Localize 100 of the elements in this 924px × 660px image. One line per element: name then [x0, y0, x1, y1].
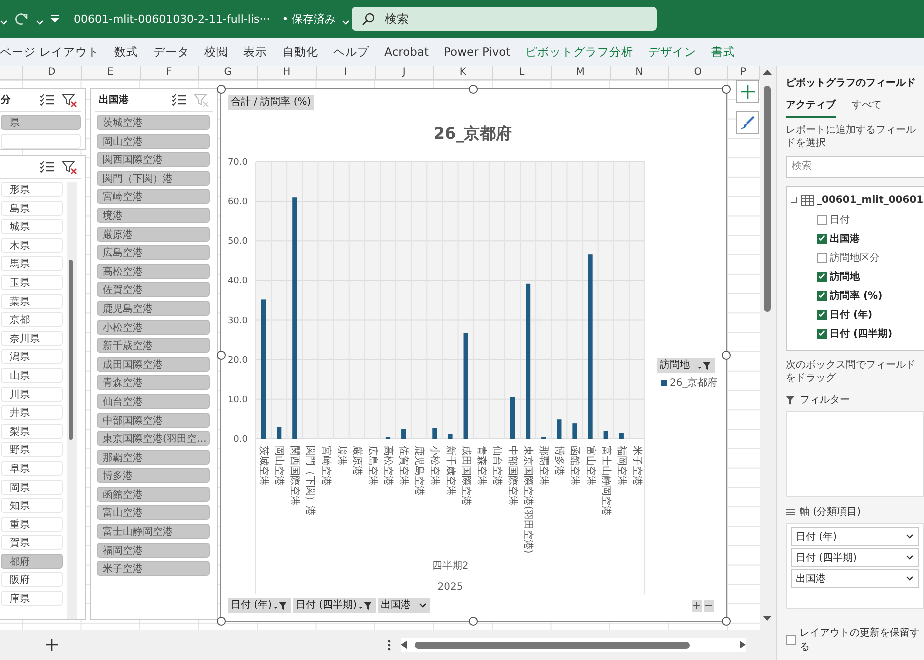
slicer-item[interactable]: 重県: [1, 516, 63, 532]
search-field[interactable]: 検索: [786, 156, 924, 178]
ribbon-tab[interactable]: 数式: [114, 44, 139, 60]
multi-select-icon[interactable]: [172, 94, 186, 106]
column-header[interactable]: G: [199, 66, 258, 79]
slicer-item[interactable]: 厳原港: [97, 226, 210, 242]
slicer-item[interactable]: 岡山空港: [97, 134, 210, 149]
multi-select-icon[interactable]: [40, 94, 54, 106]
slicer-item[interactable]: 京都: [1, 312, 63, 328]
plus-icon[interactable]: [692, 600, 702, 612]
slicer-item[interactable]: 阪府: [1, 572, 63, 588]
ribbon-tab[interactable]: データ: [154, 44, 190, 60]
slicer-item[interactable]: 葉県: [1, 294, 63, 309]
resize-handle[interactable]: [216, 84, 226, 94]
slicer-item[interactable]: 川県: [1, 386, 63, 402]
resize-handle[interactable]: [722, 616, 730, 626]
field-button[interactable]: 出国港: [378, 598, 430, 613]
field-dropdown[interactable]: 日付 (年): [791, 527, 919, 546]
column-header[interactable]: H: [258, 66, 317, 79]
scrollbar[interactable]: [401, 638, 746, 652]
scrollbar[interactable]: [760, 66, 776, 630]
slicer-item[interactable]: 潟県: [1, 349, 63, 364]
field-label[interactable]: 日付 (年): [830, 308, 873, 322]
column-header[interactable]: L: [493, 66, 552, 79]
slicer-item[interactable]: 知県: [1, 498, 63, 514]
column-header[interactable]: J: [376, 66, 434, 79]
field-label[interactable]: 出国港: [830, 232, 860, 246]
ribbon-tab[interactable]: ヘルプ: [334, 44, 370, 60]
slicer-item[interactable]: 形県: [1, 182, 63, 197]
slicer-item[interactable]: 都府: [1, 554, 63, 569]
slicer-item[interactable]: 岡県: [1, 480, 63, 494]
slicer-item[interactable]: 小松空港: [97, 320, 210, 335]
checkbox[interactable]: [817, 290, 827, 300]
slicer-item[interactable]: 青森空港: [97, 375, 210, 390]
legend-field-button[interactable]: 訪問地: [657, 358, 715, 373]
clear-filter-icon[interactable]: [62, 94, 77, 106]
ribbon-tab[interactable]: デザイン: [648, 44, 697, 60]
scrollbar[interactable]: [67, 182, 77, 619]
up-arrow-icon[interactable]: [763, 69, 772, 75]
resize-handle[interactable]: [722, 84, 730, 94]
chart-styles-button[interactable]: [736, 111, 759, 134]
slicer-item[interactable]: 富山空港: [97, 505, 210, 520]
field-label[interactable]: 日付: [830, 212, 850, 226]
value-field-button[interactable]: 合計 / 訪問率 (%): [228, 95, 314, 110]
slicer-item[interactable]: 山県: [1, 368, 63, 383]
slicer-item[interactable]: 井県: [1, 405, 63, 420]
chart-elements-button[interactable]: [736, 80, 759, 103]
add-sheet-icon[interactable]: [46, 639, 58, 651]
slicer-item[interactable]: 函館空港: [97, 486, 210, 502]
slicer-item[interactable]: 中部国際空港: [97, 412, 210, 428]
field-button[interactable]: 日付 (四半期): [292, 598, 376, 613]
checkbox[interactable]: [817, 328, 827, 338]
column-header[interactable]: K: [434, 66, 493, 79]
checkbox[interactable]: [817, 272, 827, 282]
column-header[interactable]: E: [82, 66, 140, 79]
table-name[interactable]: _00601_mlit_00601: [817, 195, 924, 206]
slicer-item[interactable]: 庫県: [1, 591, 63, 606]
multi-select-icon[interactable]: [40, 161, 54, 173]
slicer-item[interactable]: 野県: [1, 442, 63, 458]
pane-tab[interactable]: すべて: [852, 98, 882, 118]
slicer-item[interactable]: 島県: [1, 200, 63, 216]
slicer-item[interactable]: 仙台空港: [97, 394, 210, 409]
ribbon-tab[interactable]: ピボットグラフ分析: [526, 44, 634, 60]
slicer-item[interactable]: 関門（下関）港: [97, 170, 210, 186]
column-header[interactable]: D: [23, 66, 82, 79]
checkbox[interactable]: [817, 310, 827, 320]
field-dropdown[interactable]: 出国港: [791, 569, 919, 588]
column-header[interactable]: O: [669, 66, 728, 79]
column-header[interactable]: N: [610, 66, 670, 79]
ribbon-tab[interactable]: ページ レイアウト: [0, 44, 100, 60]
redo-icon[interactable]: [14, 12, 30, 26]
slicer-item[interactable]: 木県: [1, 238, 63, 253]
slicer-item[interactable]: 博多港: [97, 468, 210, 484]
drop-area[interactable]: 日付 (年) 日付 (四半期) 出国港: [786, 523, 924, 609]
slicer-item[interactable]: 宮崎空港: [97, 189, 210, 204]
pane-tab[interactable]: アクティブ: [786, 98, 836, 118]
resize-handle[interactable]: [216, 616, 226, 626]
field-label[interactable]: 日付 (四半期): [830, 326, 893, 340]
slicer-item[interactable]: 那覇空港: [97, 450, 210, 465]
resize-handle[interactable]: [469, 616, 478, 626]
slicer-item[interactable]: 広島空港: [97, 245, 210, 260]
scrollbar-thumb[interactable]: [69, 260, 73, 440]
slicer-item[interactable]: 梨県: [1, 424, 63, 439]
checkbox[interactable]: [786, 635, 796, 645]
ribbon-tab[interactable]: Acrobat: [384, 45, 430, 59]
slicer-item[interactable]: 高松空港: [97, 264, 210, 279]
slicer-item[interactable]: 城県: [1, 219, 63, 234]
right-arrow-icon[interactable]: [740, 641, 746, 649]
ribbon-tab[interactable]: Power Pivot: [444, 45, 511, 59]
column-header[interactable]: F: [140, 66, 200, 79]
more-icon[interactable]: [388, 640, 391, 650]
ribbon-tab[interactable]: 校閲: [204, 44, 229, 60]
resize-handle[interactable]: [469, 84, 478, 94]
slicer-item[interactable]: 県: [1, 115, 81, 130]
field-button[interactable]: 日付 (年): [228, 598, 291, 613]
slicer-item[interactable]: 富士山静岡空港: [97, 524, 210, 540]
column-header[interactable]: M: [552, 66, 610, 79]
slicer-item[interactable]: 境港: [97, 208, 210, 223]
field-label[interactable]: 訪問地: [830, 270, 860, 284]
slicer-item[interactable]: 阜県: [1, 460, 63, 476]
